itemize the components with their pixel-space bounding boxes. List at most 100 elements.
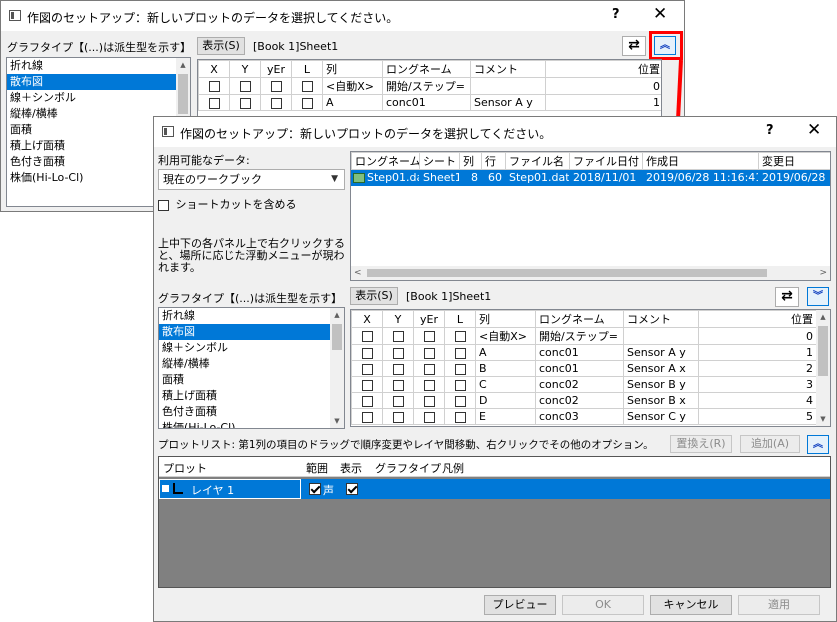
table-row[interactable]: <自動X> 開始/ステップ= 0 xyxy=(351,327,817,345)
y-checkbox[interactable] xyxy=(392,331,404,342)
data-header-created[interactable]: 作成日 xyxy=(642,152,759,170)
l-checkbox[interactable] xyxy=(454,331,466,342)
yer-checkbox[interactable] xyxy=(423,395,435,407)
add-button[interactable]: 追加(A) xyxy=(740,435,800,453)
data-header-modified[interactable]: 変更日 xyxy=(758,152,830,170)
yer-checkbox[interactable] xyxy=(423,379,435,391)
l-checkbox[interactable] xyxy=(454,395,466,407)
data-header-longname[interactable]: ロングネーム xyxy=(351,152,420,170)
list-item[interactable]: 線＋シンボル xyxy=(159,340,344,356)
list-item[interactable]: 折れ線 xyxy=(159,308,344,324)
shortcut-checkbox[interactable] xyxy=(158,199,169,211)
help-icon[interactable]: ? xyxy=(612,7,620,22)
back-column-grid[interactable]: X Y yEr L 列 ロングネーム コメント 位置 <自動X> 開始/ステップ… xyxy=(197,59,662,119)
cell-column: A xyxy=(322,94,383,111)
show-button[interactable]: 表示(S) xyxy=(197,37,245,55)
list-item[interactable]: 折れ線 xyxy=(7,58,190,74)
x-checkbox[interactable] xyxy=(361,347,373,359)
scroll-down-icon[interactable]: ▼ xyxy=(330,414,344,428)
yer-checkbox[interactable] xyxy=(423,331,435,342)
collapse-chevron-icon[interactable]: ︽ xyxy=(807,435,829,454)
cancel-button[interactable]: キャンセル xyxy=(650,595,732,615)
data-header-cols[interactable]: 列 xyxy=(459,152,482,170)
table-row[interactable]: Cconc02 Sensor B y3 xyxy=(351,376,817,393)
l-checkbox[interactable] xyxy=(454,411,466,423)
y-checkbox[interactable] xyxy=(392,411,404,423)
table-row[interactable]: Bconc01 Sensor A x2 xyxy=(351,360,817,377)
ok-button[interactable]: OK xyxy=(562,595,644,615)
show-button[interactable]: 表示(S) xyxy=(350,287,398,305)
l-checkbox[interactable] xyxy=(454,379,466,391)
preview-button[interactable]: プレビュー xyxy=(484,595,556,615)
yer-checkbox[interactable] xyxy=(270,81,282,92)
x-checkbox[interactable] xyxy=(361,395,373,407)
yer-checkbox[interactable] xyxy=(423,363,435,375)
horizontal-scrollbar[interactable]: < > xyxy=(351,266,830,280)
list-item[interactable]: 面積 xyxy=(159,372,344,388)
list-item[interactable]: 散布図 xyxy=(7,74,190,90)
list-item[interactable]: 色付き面積 xyxy=(159,404,344,420)
close-icon[interactable]: ✕ xyxy=(653,4,667,24)
x-checkbox[interactable] xyxy=(361,363,373,375)
available-data-grid[interactable]: ロングネーム シート 列 行 ファイル名 ファイル日付 作成日 変更日 Step… xyxy=(350,151,831,281)
show-checkbox[interactable] xyxy=(346,483,358,495)
scroll-right-icon[interactable]: > xyxy=(819,266,827,280)
data-header-filedate[interactable]: ファイル日付 xyxy=(569,152,643,170)
list-item[interactable]: 積上げ面積 xyxy=(159,388,344,404)
yer-checkbox[interactable] xyxy=(423,411,435,423)
y-checkbox[interactable] xyxy=(392,347,404,359)
table-row[interactable]: Step01.da Sheet1 8 60 Step01.dat 2018/11… xyxy=(351,169,830,186)
range-checkbox[interactable] xyxy=(309,483,321,495)
scroll-up-icon[interactable]: ▲ xyxy=(816,310,830,324)
x-checkbox[interactable] xyxy=(361,411,373,423)
graph-type-list[interactable]: 折れ線 散布図 線＋シンボル 縦棒/横棒 面積 積上げ面積 色付き面積 株価(H… xyxy=(158,307,345,429)
list-item[interactable]: 散布図 xyxy=(159,324,344,340)
table-row[interactable]: Aconc01 Sensor A y1 xyxy=(351,344,817,361)
table-row[interactable]: Econc03 Sensor C y5 xyxy=(351,408,817,425)
expand-chevron-icon[interactable]: ︾ xyxy=(807,287,829,306)
data-header-rows[interactable]: 行 xyxy=(481,152,506,170)
y-checkbox[interactable] xyxy=(392,395,404,407)
l-checkbox[interactable] xyxy=(301,81,313,92)
l-checkbox[interactable] xyxy=(454,347,466,359)
yer-checkbox[interactable] xyxy=(423,347,435,359)
data-header-sheet[interactable]: シート xyxy=(419,152,460,170)
table-row[interactable]: Dconc02 Sensor B x4 xyxy=(351,392,817,409)
apply-button[interactable]: 適用 xyxy=(738,595,820,615)
plot-row-layer[interactable]: レイヤ 1 声 xyxy=(159,479,830,499)
x-checkbox[interactable] xyxy=(208,97,220,109)
available-data-combo[interactable]: 現在のワークブック ▼ xyxy=(158,169,345,190)
scrollbar[interactable]: ▲ ▼ xyxy=(816,310,830,426)
list-item[interactable]: 線＋シンボル xyxy=(7,90,190,106)
scroll-up-icon[interactable]: ▲ xyxy=(176,58,190,72)
data-header-filename[interactable]: ファイル名 xyxy=(505,152,570,170)
plot-list-panel[interactable]: プロット 範囲 表示 グラフタイプ 凡例 レイヤ 1 声 xyxy=(158,456,831,588)
l-checkbox[interactable] xyxy=(454,363,466,375)
scroll-up-icon[interactable]: ▲ xyxy=(330,308,344,322)
y-checkbox[interactable] xyxy=(392,363,404,375)
scroll-left-icon[interactable]: < xyxy=(354,266,362,280)
scrollbar[interactable]: ▲ ▼ xyxy=(330,308,344,428)
front-title-bar: 作図のセットアップ：新しいプロットのデータを選択してください。 ? ✕ xyxy=(154,117,836,147)
swap-icon[interactable]: ⇄ xyxy=(775,287,799,307)
x-checkbox[interactable] xyxy=(208,81,220,92)
l-checkbox[interactable] xyxy=(301,97,313,109)
y-checkbox[interactable] xyxy=(239,81,251,92)
y-checkbox[interactable] xyxy=(239,97,251,109)
help-icon[interactable]: ? xyxy=(766,123,774,138)
close-icon[interactable]: ✕ xyxy=(807,120,821,140)
list-item[interactable]: 株価(Hi-Lo-Cl) xyxy=(159,420,344,428)
shortcut-label: ショートカットを含める xyxy=(175,198,297,211)
plot-header-range: 範囲 xyxy=(306,462,328,475)
swap-icon[interactable]: ⇄ xyxy=(622,36,646,56)
x-checkbox[interactable] xyxy=(361,331,373,342)
yer-checkbox[interactable] xyxy=(270,97,282,109)
replace-button[interactable]: 置換え(R) xyxy=(670,435,732,453)
front-dialog: 作図のセットアップ：新しいプロットのデータを選択してください。 ? ✕ 利用可能… xyxy=(153,116,837,622)
shortcut-checkbox-row[interactable]: ショートカットを含める xyxy=(158,196,297,212)
list-item[interactable]: 縦棒/横棒 xyxy=(159,356,344,372)
x-checkbox[interactable] xyxy=(361,379,373,391)
y-checkbox[interactable] xyxy=(392,379,404,391)
scroll-down-icon[interactable]: ▼ xyxy=(816,412,830,426)
column-grid[interactable]: X Y yEr L 列 ロングネーム コメント 位置 <自動X> 開始/ステップ=… xyxy=(350,309,831,427)
